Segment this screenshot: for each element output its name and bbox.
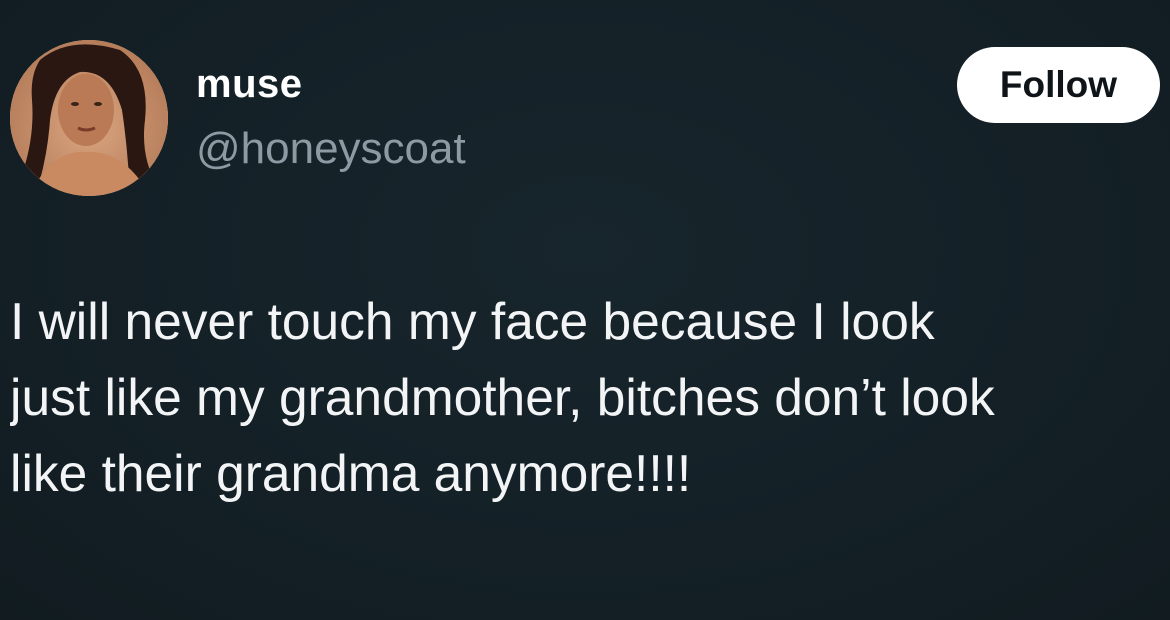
profile-photo-icon [10, 40, 168, 196]
user-handle[interactable]: @honeyscoat [196, 124, 466, 174]
display-name[interactable]: muse [196, 62, 303, 107]
tweet-text-line: I will never touch my face because I loo… [10, 292, 935, 350]
follow-button[interactable]: Follow [957, 47, 1160, 123]
tweet-card: muse @honeyscoat Follow I will never tou… [0, 0, 1170, 620]
avatar[interactable] [10, 40, 168, 196]
tweet-text: I will never touch my face because I loo… [10, 283, 1160, 511]
tweet-text-line: just like my grandmother, bitches don’t … [10, 368, 995, 426]
tweet-text-line: like their grandma anymore!!!! [10, 444, 692, 502]
